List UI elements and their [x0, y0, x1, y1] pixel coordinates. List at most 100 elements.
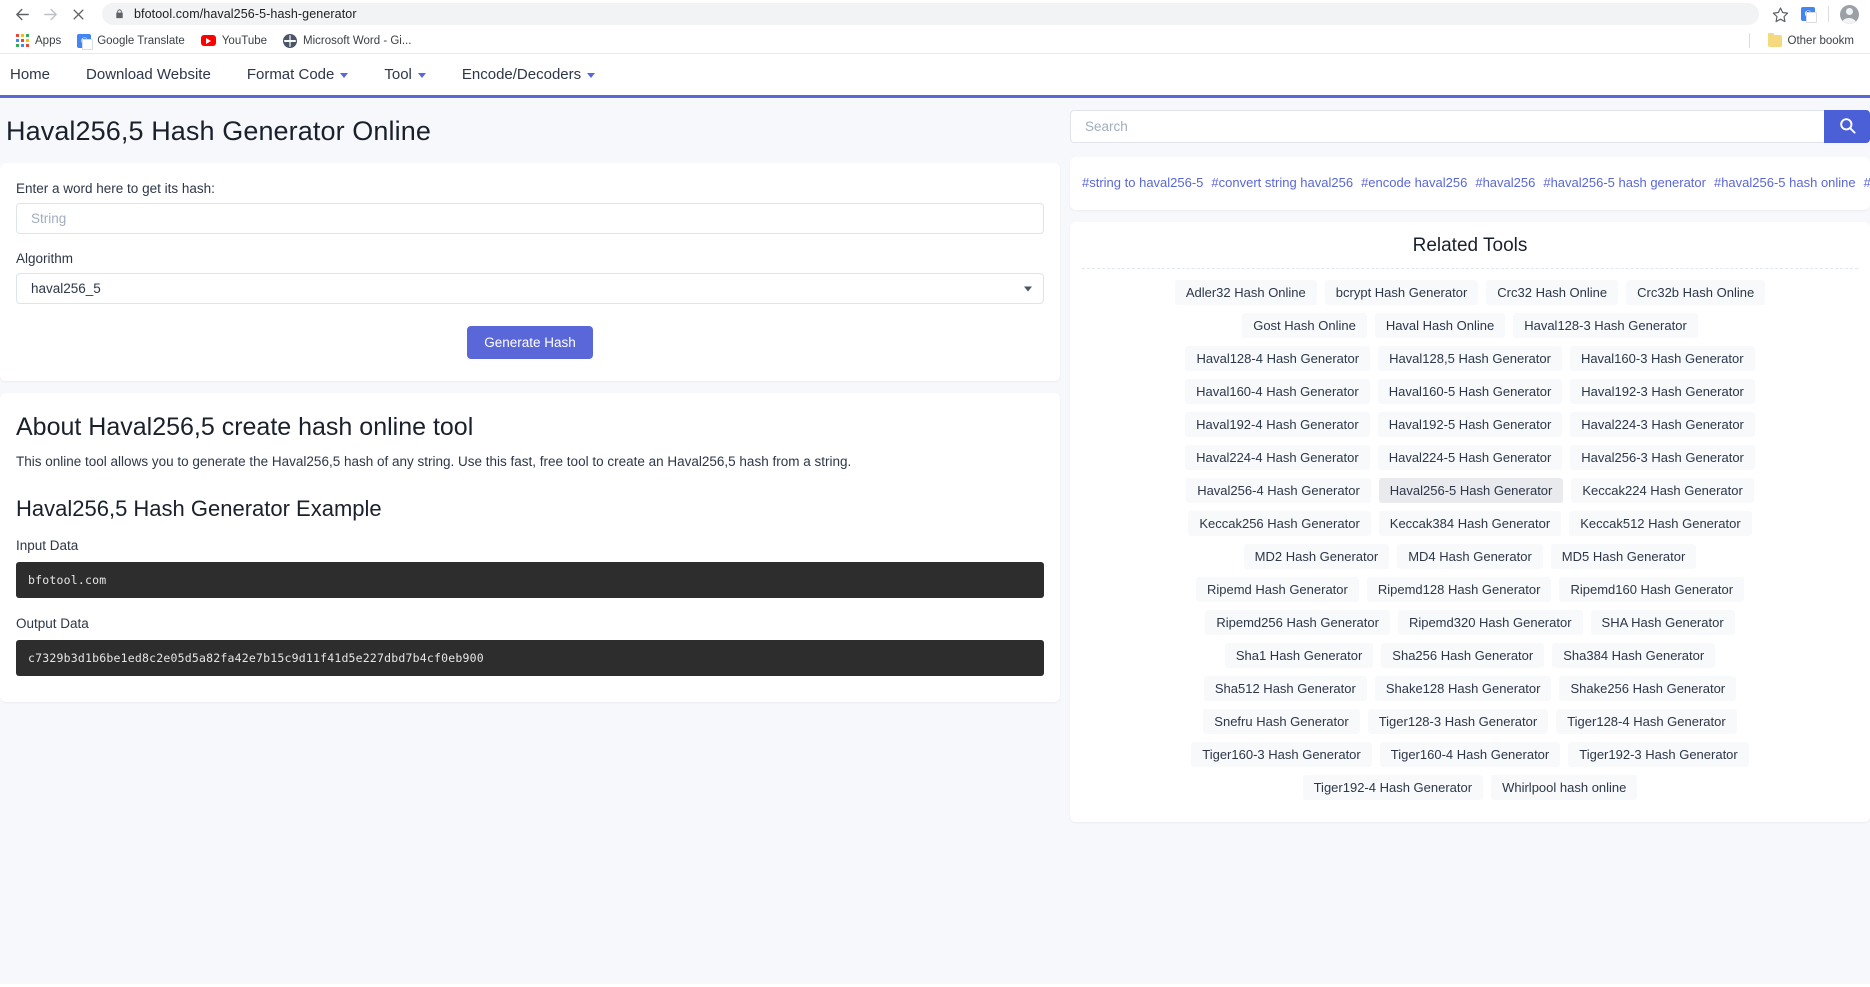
related-tools-row: Tiger160-3 Hash Generator Tiger160-4 Hash…: [1082, 741, 1858, 767]
related-tool-link[interactable]: Haval256-3 Hash Generator: [1570, 444, 1755, 470]
related-tool-link[interactable]: MD4 Hash Generator: [1397, 543, 1543, 569]
related-tool-link[interactable]: Keccak512 Hash Generator: [1569, 510, 1752, 536]
related-tool-link[interactable]: Ripemd160 Hash Generator: [1559, 576, 1745, 602]
related-tool-link[interactable]: Shake256 Hash Generator: [1559, 675, 1737, 701]
related-tool-link[interactable]: Gost Hash Online: [1242, 312, 1367, 338]
related-tool-link[interactable]: Haval256-5 Hash Generator: [1378, 477, 1564, 503]
related-tool-link[interactable]: Adler32 Hash Online: [1174, 279, 1317, 305]
forward-arrow-icon[interactable]: [36, 0, 64, 28]
related-tool-link[interactable]: Haval128-3 Hash Generator: [1513, 312, 1698, 338]
related-tool-link[interactable]: Haval192-3 Hash Generator: [1570, 378, 1755, 404]
related-tool-link[interactable]: MD5 Hash Generator: [1550, 543, 1697, 569]
nav-item-encode-decoders[interactable]: Encode/Decoders: [444, 54, 613, 95]
tag-link[interactable]: #encode haval256: [1361, 175, 1467, 190]
page-title: Haval256,5 Hash Generator Online: [6, 116, 431, 146]
related-tool-link[interactable]: Tiger128-3 Hash Generator: [1367, 708, 1549, 734]
toolbar-divider: [1828, 6, 1829, 22]
related-tools-row: Haval224-4 Hash Generator Haval224-5 Hash…: [1082, 444, 1858, 470]
related-tool-link[interactable]: Keccak256 Hash Generator: [1188, 510, 1371, 536]
related-tool-link[interactable]: Haval224-5 Hash Generator: [1377, 444, 1563, 470]
bookmark-star-icon[interactable]: [1767, 1, 1793, 27]
tag-link[interactable]: #haval256: [1475, 175, 1535, 190]
related-tool-link[interactable]: SHA Hash Generator: [1590, 609, 1735, 635]
other-bookmarks-area: Other bookm: [1748, 32, 1862, 50]
related-tool-link[interactable]: Ripemd128 Hash Generator: [1366, 576, 1552, 602]
related-tool-link[interactable]: MD2 Hash Generator: [1243, 543, 1390, 569]
bookmark-apps[interactable]: Apps: [8, 31, 69, 50]
tag-link[interactable]: #string to haval256-5: [1082, 175, 1203, 190]
algorithm-select[interactable]: haval256_5: [16, 273, 1044, 304]
stop-loading-icon[interactable]: [64, 0, 92, 28]
related-tools-list: Adler32 Hash Online bcrypt Hash Generator…: [1070, 279, 1870, 800]
nav-item-format-code[interactable]: Format Code: [229, 54, 367, 95]
related-tool-link[interactable]: Haval192-4 Hash Generator: [1185, 411, 1370, 437]
related-tools-row: Haval192-4 Hash Generator Haval192-5 Hash…: [1082, 411, 1858, 437]
related-tool-link[interactable]: Snefru Hash Generator: [1203, 708, 1360, 734]
related-tool-link[interactable]: Sha1 Hash Generator: [1224, 642, 1374, 668]
other-bookmarks-label: Other bookm: [1787, 34, 1854, 47]
related-tools-row: Adler32 Hash Online bcrypt Hash Generator…: [1082, 279, 1858, 305]
related-tool-link[interactable]: Haval224-3 Hash Generator: [1570, 411, 1755, 437]
related-tools-row: Ripemd Hash Generator Ripemd128 Hash Gene…: [1082, 576, 1858, 602]
browser-toolbar: bfotool.com/haval256-5-hash-generator G: [0, 0, 1870, 28]
related-tool-link[interactable]: Haval192-5 Hash Generator: [1377, 411, 1563, 437]
search-button[interactable]: [1824, 110, 1870, 143]
related-tool-link[interactable]: Tiger160-3 Hash Generator: [1191, 741, 1372, 767]
related-tool-link[interactable]: Tiger192-4 Hash Generator: [1302, 774, 1484, 800]
related-tool-link[interactable]: Ripemd Hash Generator: [1195, 576, 1359, 602]
nav-item-home[interactable]: Home: [0, 54, 68, 95]
related-tool-link[interactable]: Haval128,5 Hash Generator: [1378, 345, 1562, 371]
tag-link[interactable]: #convert string haval256: [1211, 175, 1353, 190]
related-tools-row: Haval256-4 Hash Generator Haval256-5 Hash…: [1082, 477, 1858, 503]
related-tool-link[interactable]: Crc32b Hash Online: [1626, 279, 1766, 305]
related-tool-link[interactable]: Haval256-4 Hash Generator: [1186, 477, 1371, 503]
related-tool-link[interactable]: Sha384 Hash Generator: [1552, 642, 1716, 668]
related-tool-link[interactable]: Haval224-4 Hash Generator: [1185, 444, 1370, 470]
back-arrow-icon[interactable]: [8, 0, 36, 28]
related-tool-link[interactable]: Sha256 Hash Generator: [1381, 642, 1545, 668]
nav-item-label: Tool: [384, 66, 412, 83]
string-input[interactable]: [16, 203, 1044, 234]
related-tool-link[interactable]: Haval160-3 Hash Generator: [1569, 345, 1755, 371]
related-tool-link[interactable]: Crc32 Hash Online: [1486, 279, 1619, 305]
bookmark-google-translate[interactable]: G Google Translate: [69, 31, 193, 51]
related-tool-link[interactable]: Shake128 Hash Generator: [1374, 675, 1552, 701]
generate-hash-button[interactable]: Generate Hash: [467, 326, 593, 359]
chevron-down-icon: [417, 73, 426, 78]
related-tool-link[interactable]: bcrypt Hash Generator: [1324, 279, 1479, 305]
nav-item-tool[interactable]: Tool: [366, 54, 444, 95]
related-tool-link[interactable]: Keccak384 Hash Generator: [1378, 510, 1562, 536]
related-tool-link[interactable]: Haval Hash Online: [1374, 312, 1506, 338]
related-tool-link[interactable]: Ripemd256 Hash Generator: [1205, 609, 1390, 635]
related-tool-link[interactable]: Tiger160-4 Hash Generator: [1379, 741, 1561, 767]
bookmark-microsoft-word[interactable]: Microsoft Word - Gi...: [275, 31, 419, 51]
profile-avatar-icon[interactable]: [1836, 1, 1862, 27]
tag-link[interactable]: #haval256-5 online: [1864, 175, 1870, 190]
apps-grid-icon: [16, 34, 29, 47]
sidebar-column: #string to haval256-5 #convert string hav…: [1060, 98, 1870, 822]
other-bookmarks-button[interactable]: Other bookm: [1760, 32, 1862, 50]
related-tool-link[interactable]: Haval160-4 Hash Generator: [1185, 378, 1370, 404]
tag-link[interactable]: #haval256-5 hash online: [1714, 175, 1856, 190]
bookmarks-bar: Apps G Google Translate YouTube Microsof…: [0, 28, 1870, 54]
google-translate-icon[interactable]: G: [1795, 1, 1821, 27]
page-body: Haval256,5 Hash Generator Online Enter a…: [0, 98, 1870, 984]
search-input[interactable]: [1070, 110, 1824, 143]
related-tool-link[interactable]: Ripemd320 Hash Generator: [1397, 609, 1583, 635]
tag-link[interactable]: #haval256-5 hash generator: [1543, 175, 1706, 190]
nav-item-download-website[interactable]: Download Website: [68, 54, 229, 95]
related-tool-link[interactable]: Sha512 Hash Generator: [1203, 675, 1367, 701]
related-tools-row: Haval160-4 Hash Generator Haval160-5 Hash…: [1082, 378, 1858, 404]
related-tool-link[interactable]: Tiger128-4 Hash Generator: [1556, 708, 1737, 734]
address-bar[interactable]: bfotool.com/haval256-5-hash-generator: [102, 3, 1759, 25]
related-tool-link[interactable]: Haval128-4 Hash Generator: [1185, 345, 1371, 371]
related-tool-link[interactable]: Keccak224 Hash Generator: [1571, 477, 1754, 503]
bookmark-youtube[interactable]: YouTube: [193, 32, 275, 50]
related-tools-row: Haval128-4 Hash Generator Haval128,5 Hash…: [1082, 345, 1858, 371]
about-card: About Haval256,5 create hash online tool…: [0, 393, 1060, 702]
related-tool-link[interactable]: Haval160-5 Hash Generator: [1377, 378, 1563, 404]
related-tool-link[interactable]: Whirlpool hash online: [1491, 774, 1638, 800]
youtube-icon: [200, 35, 216, 46]
related-tool-link[interactable]: Tiger192-3 Hash Generator: [1568, 741, 1749, 767]
output-data-label: Output Data: [16, 615, 89, 631]
